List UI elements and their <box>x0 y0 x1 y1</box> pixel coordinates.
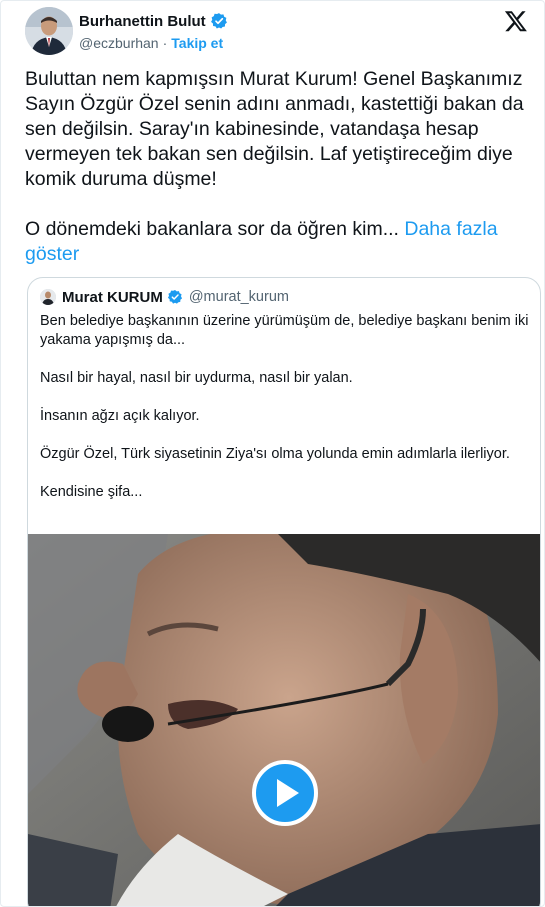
play-icon <box>277 779 299 807</box>
tweet-header: Burhanettin Bulut @eczburhan · Takip et <box>25 7 534 59</box>
quoted-author-name[interactable]: Murat KURUM <box>62 289 163 306</box>
quoted-line: Ben belediye başkanının üzerine yürümüşü… <box>40 313 529 348</box>
author-avatar[interactable] <box>25 7 73 55</box>
video-thumbnail[interactable] <box>28 534 540 906</box>
quoted-author-handle[interactable]: @murat_kurum <box>189 289 289 305</box>
play-button[interactable] <box>252 760 318 826</box>
quoted-line: Nasıl bir hayal, nasıl bir uydurma, nası… <box>40 370 353 386</box>
quoted-text: Ben belediye başkanının üzerine yürümüşü… <box>40 312 532 521</box>
verified-badge-icon <box>167 289 183 305</box>
tweet-paragraph-text: O dönemdeki bakanlara sor da öğren kim..… <box>25 218 405 240</box>
quoted-avatar[interactable] <box>40 289 56 305</box>
quoted-line: İnsanın ağzı açık kalıyor. <box>40 408 200 424</box>
author-handle[interactable]: @eczburhan <box>79 35 159 51</box>
follow-button[interactable]: Takip et <box>171 35 223 51</box>
tweet-paragraph: O dönemdeki bakanlara sor da öğren kim..… <box>25 217 525 267</box>
tweet-paragraph: Buluttan nem kapmışsın Murat Kurum! Gene… <box>25 68 524 190</box>
quoted-tweet[interactable]: Murat KURUM @murat_kurum Ben belediye ba… <box>27 277 541 906</box>
author-info: Burhanettin Bulut @eczburhan · Takip et <box>79 11 228 53</box>
quoted-line: Kendisine şifa... <box>40 484 143 500</box>
quoted-header: Murat KURUM @murat_kurum <box>40 286 289 308</box>
tweet-text: Buluttan nem kapmışsın Murat Kurum! Gene… <box>25 67 525 267</box>
quoted-line: Özgür Özel, Türk siyasetinin Ziya'sı olm… <box>40 446 510 462</box>
separator: · <box>162 35 168 51</box>
x-logo-icon[interactable] <box>504 9 528 33</box>
tweet-card: Burhanettin Bulut @eczburhan · Takip et … <box>0 0 545 907</box>
author-name[interactable]: Burhanettin Bulut <box>79 13 206 30</box>
verified-badge-icon <box>210 12 228 30</box>
